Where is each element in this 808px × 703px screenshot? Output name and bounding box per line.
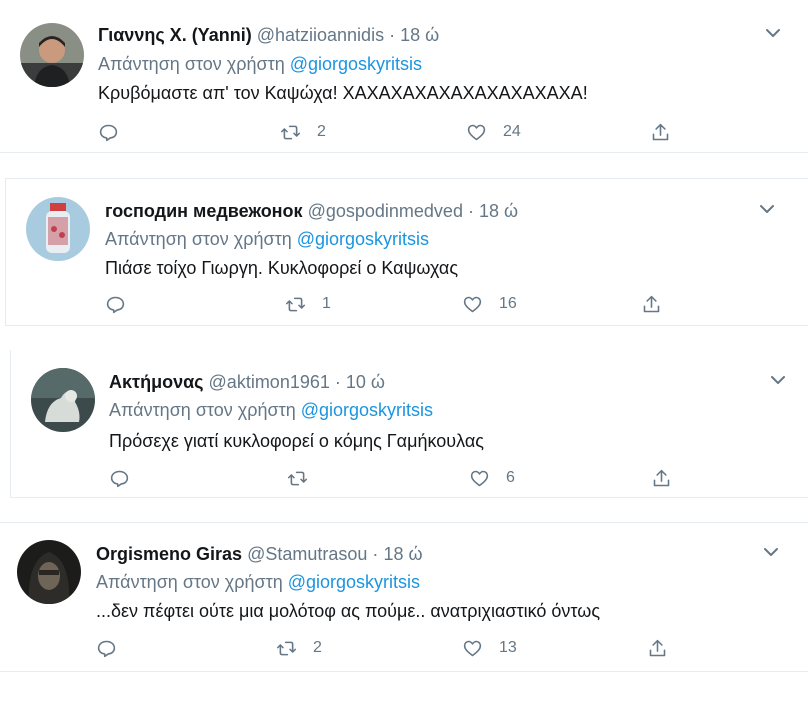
tweet-actions: 2 13 xyxy=(96,636,676,660)
reply-context: Απάντηση στον χρήστη @giorgoskyritsis xyxy=(109,399,433,421)
timestamp[interactable]: 18 ώ xyxy=(383,544,422,564)
retweet-icon xyxy=(285,294,306,315)
reply-button[interactable] xyxy=(109,466,146,490)
like-count: 13 xyxy=(499,639,517,656)
tweet-text: Κρυβόμαστε απ' τον Καψώχα! ΧΑΧΑΧΑΧΑΧΑΧΑΧ… xyxy=(98,83,588,103)
chevron-down-icon[interactable] xyxy=(769,371,787,389)
tweet-actions: 2 24 xyxy=(98,120,678,144)
timestamp[interactable]: 18 ώ xyxy=(479,201,518,221)
tweet[interactable]: Ακτήμονας @aktimon1961 · 10 ώ Απάντηση σ… xyxy=(10,350,808,498)
display-name[interactable]: господин медвежонок xyxy=(105,201,303,221)
tweet-actions: 1 16 xyxy=(105,292,665,316)
tweet-text: Πρόσεχε γιατί κυκλοφορεί ο κόμης Γαμήκου… xyxy=(109,431,484,451)
retweet-count: 1 xyxy=(322,295,331,312)
mention-link[interactable]: @giorgoskyritsis xyxy=(290,54,422,74)
timestamp[interactable]: 10 ώ xyxy=(346,372,385,392)
heart-icon xyxy=(462,638,483,659)
tweet-header: Orgismeno Giras @Stamutrasou · 18 ώ xyxy=(96,543,423,565)
like-count: 16 xyxy=(499,295,517,312)
username[interactable]: @hatziioannidis xyxy=(257,25,384,45)
reply-button[interactable] xyxy=(96,636,133,660)
retweet-button[interactable]: 2 xyxy=(280,120,326,144)
like-button[interactable]: 16 xyxy=(462,292,517,316)
tweet-text: Πιάσε τοίχο Γιωργη. Κυκλοφορεί ο Καψωχας xyxy=(105,258,459,278)
tweet-header: Ακτήμονας @aktimon1961 · 10 ώ xyxy=(109,371,385,393)
reply-prefix: Απάντηση στον χρήστη xyxy=(105,229,292,249)
tweet-header: Γιαννης Χ. (Yanni) @hatziioannidis · 18 … xyxy=(98,24,439,46)
avatar[interactable] xyxy=(31,368,95,432)
timestamp[interactable]: 18 ώ xyxy=(400,25,439,45)
reply-prefix: Απάντηση στον χρήστη xyxy=(109,400,296,420)
share-icon xyxy=(641,294,662,315)
share-icon xyxy=(650,122,671,143)
tweet-actions: 6 xyxy=(109,466,679,490)
share-button[interactable] xyxy=(651,466,672,490)
mention-link[interactable]: @giorgoskyritsis xyxy=(301,400,433,420)
share-button[interactable] xyxy=(650,120,671,144)
like-button[interactable]: 6 xyxy=(469,466,515,490)
retweet-icon xyxy=(276,638,297,659)
display-name[interactable]: Ακτήμονας xyxy=(109,372,204,392)
retweet-icon xyxy=(280,122,301,143)
like-count: 24 xyxy=(503,123,521,140)
heart-icon xyxy=(462,294,483,315)
avatar[interactable] xyxy=(26,197,90,261)
heart-icon xyxy=(469,468,490,489)
tweet-text: ...δεν πέφτει ούτε μια μολότοφ ας πούμε.… xyxy=(96,601,600,621)
chevron-down-icon[interactable] xyxy=(764,24,782,42)
tweet[interactable]: Γιαννης Χ. (Yanni) @hatziioannidis · 18 … xyxy=(0,0,808,153)
avatar[interactable] xyxy=(17,540,81,604)
reply-icon xyxy=(98,122,119,143)
reply-prefix: Απάντηση στον χρήστη xyxy=(98,54,285,74)
tweet-header: господин медвежонок @gospodinmedved · 18… xyxy=(105,200,518,222)
share-button[interactable] xyxy=(641,292,662,316)
separator-dot: · xyxy=(372,544,379,564)
retweet-button[interactable]: 2 xyxy=(276,636,322,660)
separator-dot: · xyxy=(334,372,341,392)
tweet[interactable]: господин медвежонок @gospodinmedved · 18… xyxy=(5,178,808,326)
username[interactable]: @aktimon1961 xyxy=(209,372,330,392)
reply-context: Απάντηση στον χρήστη @giorgoskyritsis xyxy=(96,571,420,593)
separator-dot: · xyxy=(389,25,396,45)
retweet-count: 2 xyxy=(317,123,326,140)
chevron-down-icon[interactable] xyxy=(758,200,776,218)
display-name[interactable]: Γιαννης Χ. (Yanni) xyxy=(98,25,252,45)
like-button[interactable]: 24 xyxy=(466,120,521,144)
reply-button[interactable] xyxy=(105,292,142,316)
heart-icon xyxy=(466,122,487,143)
reply-icon xyxy=(109,468,130,489)
chevron-down-icon[interactable] xyxy=(762,543,780,561)
like-count: 6 xyxy=(506,469,515,486)
share-icon xyxy=(651,468,672,489)
username[interactable]: @Stamutrasou xyxy=(247,544,367,564)
retweet-button[interactable] xyxy=(287,466,324,490)
reply-icon xyxy=(105,294,126,315)
retweet-button[interactable]: 1 xyxy=(285,292,331,316)
retweet-icon xyxy=(287,468,308,489)
share-icon xyxy=(647,638,668,659)
share-button[interactable] xyxy=(647,636,668,660)
retweet-count: 2 xyxy=(313,639,322,656)
reply-button[interactable] xyxy=(98,120,135,144)
reply-icon xyxy=(96,638,117,659)
reply-context: Απάντηση στον χρήστη @giorgoskyritsis xyxy=(105,228,429,250)
avatar[interactable] xyxy=(20,23,84,87)
username[interactable]: @gospodinmedved xyxy=(308,201,463,221)
mention-link[interactable]: @giorgoskyritsis xyxy=(297,229,429,249)
display-name[interactable]: Orgismeno Giras xyxy=(96,544,242,564)
like-button[interactable]: 13 xyxy=(462,636,517,660)
reply-context: Απάντηση στον χρήστη @giorgoskyritsis xyxy=(98,53,422,75)
reply-prefix: Απάντηση στον χρήστη xyxy=(96,572,283,592)
tweet[interactable]: Orgismeno Giras @Stamutrasou · 18 ώ Απάν… xyxy=(0,522,808,672)
separator-dot: · xyxy=(467,201,474,221)
mention-link[interactable]: @giorgoskyritsis xyxy=(288,572,420,592)
